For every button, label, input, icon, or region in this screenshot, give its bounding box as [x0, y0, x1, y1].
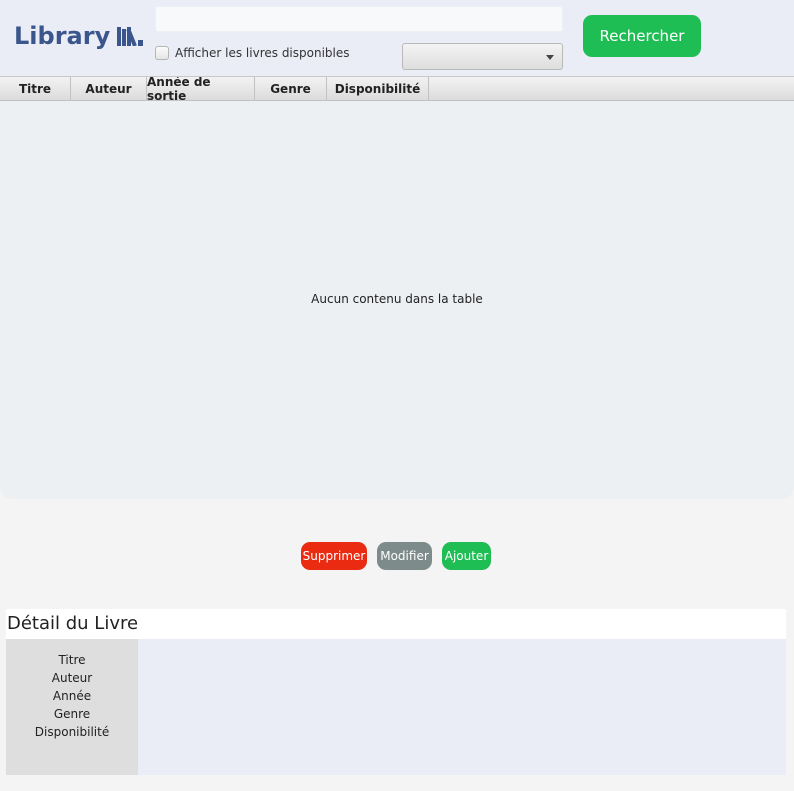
detail-label-annee: Année [52, 689, 92, 703]
column-header-annee[interactable]: Année de sortie [147, 77, 255, 103]
detail-label-genre: Genre [53, 707, 91, 721]
action-buttons: Supprimer Modifier Ajouter [301, 542, 491, 570]
app-logo: Library [14, 20, 144, 52]
column-header-disponibilite[interactable]: Disponibilité [327, 77, 429, 100]
logo-text: Library [14, 22, 111, 50]
books-icon [117, 27, 144, 46]
column-header-genre[interactable]: Genre [255, 77, 327, 100]
search-button[interactable]: Rechercher [583, 15, 701, 57]
detail-label-auteur: Auteur [51, 671, 93, 685]
column-header-auteur[interactable]: Auteur [71, 77, 147, 100]
genre-select[interactable] [402, 43, 563, 70]
detail-label-disponibilite: Disponibilité [34, 725, 110, 739]
detail-values [138, 639, 786, 775]
detail-label-titre: Titre [58, 653, 86, 667]
add-button[interactable]: Ajouter [442, 542, 491, 570]
edit-button[interactable]: Modifier [377, 542, 432, 570]
available-checkbox-label: Afficher les livres disponibles [175, 46, 350, 60]
detail-title: Détail du Livre [6, 609, 786, 639]
available-filter[interactable]: Afficher les livres disponibles [155, 46, 350, 60]
chevron-down-icon [546, 55, 554, 60]
table-empty-message: Aucun contenu dans la table [311, 292, 483, 306]
search-input[interactable] [155, 6, 563, 32]
header: Library Afficher les livres disponibles … [0, 0, 794, 76]
table-header-row: Titre Auteur Année de sortie Genre Dispo… [0, 77, 794, 103]
delete-button[interactable]: Supprimer [301, 542, 367, 570]
detail-labels: Titre Auteur Année Genre Disponibilité [6, 639, 138, 775]
column-header-titre[interactable]: Titre [0, 77, 71, 100]
books-table[interactable]: Titre Auteur Année de sortie Genre Dispo… [0, 76, 794, 499]
available-checkbox[interactable] [155, 46, 169, 60]
